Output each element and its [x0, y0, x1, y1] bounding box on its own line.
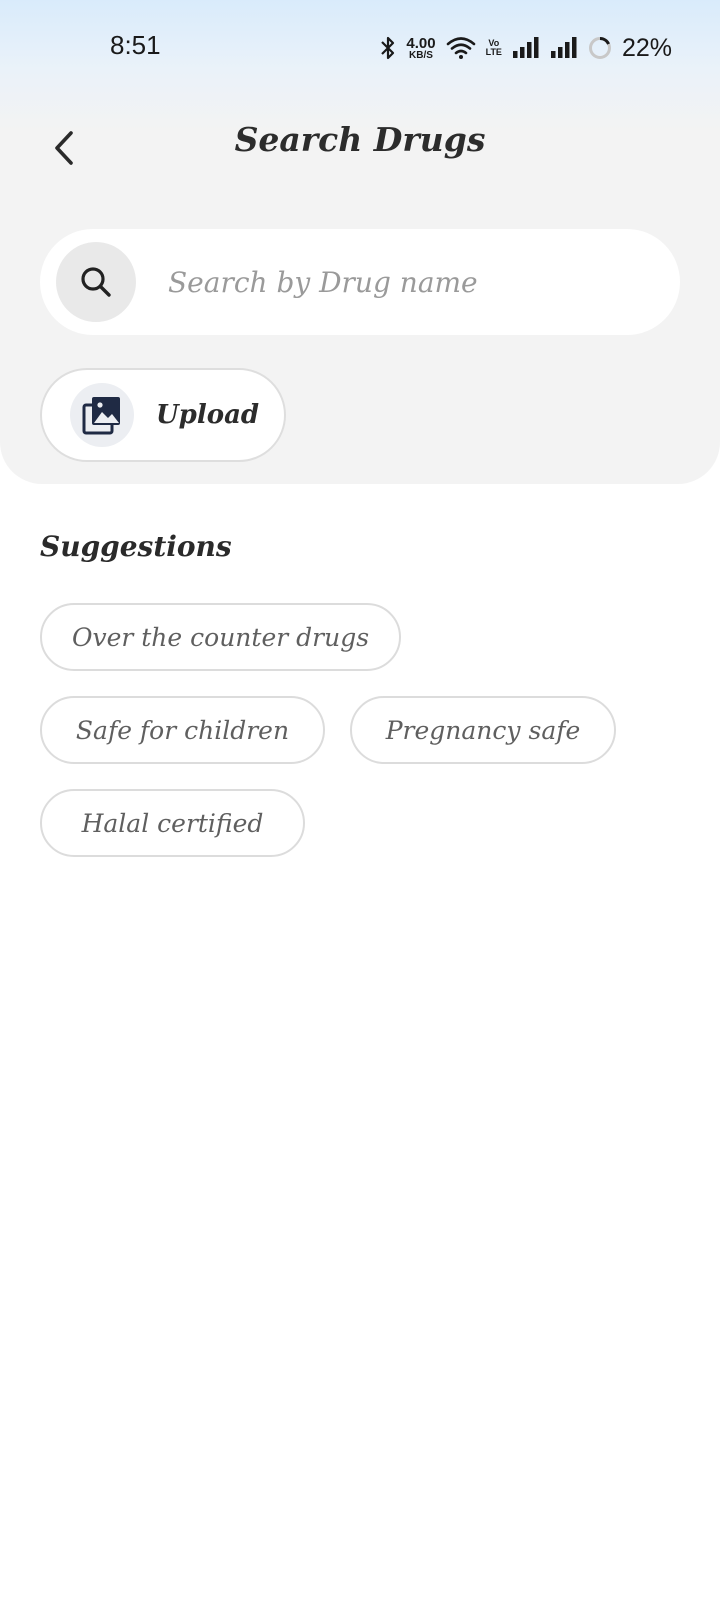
battery-percent: 22%: [621, 33, 672, 62]
page-title: Search Drugs: [234, 120, 486, 159]
suggestion-chip-halal-certified[interactable]: Halal certified: [40, 789, 305, 857]
suggestion-chip-over-the-counter[interactable]: Over the counter drugs: [40, 603, 401, 671]
search-bar[interactable]: [40, 229, 680, 335]
bluetooth-icon: [380, 35, 396, 61]
search-button[interactable]: [56, 242, 136, 322]
search-icon: [81, 267, 111, 297]
status-bar: 8:51 4.00 KB/S Vo LTE 22%: [0, 0, 720, 96]
upload-label: Upload: [156, 400, 260, 430]
status-icons: 4.00 KB/S Vo LTE 22%: [380, 30, 672, 66]
suggestion-chip-pregnancy-safe[interactable]: Pregnancy safe: [350, 696, 616, 764]
suggestion-chip-safe-for-children[interactable]: Safe for children: [40, 696, 325, 764]
battery-ring-icon: [588, 36, 612, 60]
suggestions-title: Suggestions: [40, 530, 232, 563]
signal-icon: [512, 37, 540, 59]
volte-indicator: Vo LTE: [485, 38, 502, 58]
signal-icon: [550, 37, 578, 59]
image-gallery-icon: [82, 397, 120, 435]
upload-button[interactable]: Upload: [40, 368, 286, 462]
network-speed-value: 4.00: [406, 34, 436, 52]
upload-icon-container: [70, 383, 134, 447]
volte-bottom: LTE: [485, 47, 502, 57]
wifi-icon: [446, 36, 476, 60]
search-input[interactable]: [168, 265, 648, 299]
status-time: 8:51: [110, 30, 161, 60]
network-speed: 4.00 KB/S: [406, 36, 435, 61]
network-speed-unit: KB/S: [409, 49, 433, 61]
